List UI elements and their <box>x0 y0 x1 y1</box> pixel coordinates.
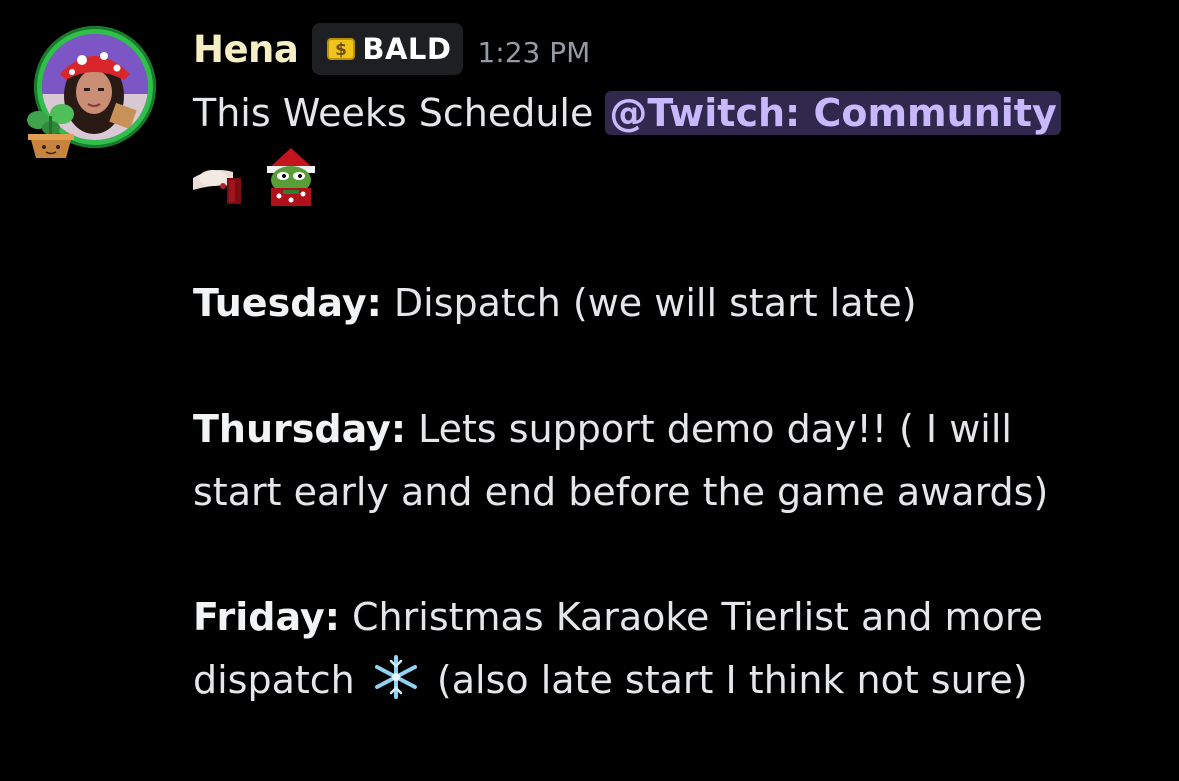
role-tag-label: BALD <box>362 32 452 66</box>
snowflake-emoji[interactable] <box>367 655 425 699</box>
svg-text:$: $ <box>335 40 347 60</box>
role-tag[interactable]: $ BALD <box>312 23 464 75</box>
friday-label: Friday: <box>193 595 340 639</box>
dollar-coin-icon: $ <box>326 34 356 64</box>
christmas-pepe-emoji[interactable] <box>261 146 321 206</box>
thursday-line-1: Thursday: Lets support demo day!! ( I wi… <box>193 398 1012 460</box>
message-intro-line: This Weeks Schedule @Twitch: Community <box>193 82 1061 144</box>
friday-line-1: Friday: Christmas Karaoke Tierlist and m… <box>193 586 1043 648</box>
thursday-line-2: start early and end before the game awar… <box>193 461 1048 523</box>
emoji-row <box>193 146 321 206</box>
intro-text: This Weeks Schedule <box>193 91 606 135</box>
role-mention[interactable]: @Twitch: Community <box>605 91 1061 135</box>
friday-text-1: Christmas Karaoke Tierlist and more <box>339 595 1043 639</box>
hand-holding-cup-emoji[interactable] <box>193 156 251 206</box>
thursday-label: Thursday: <box>193 407 407 451</box>
tuesday-line: Tuesday: Dispatch (we will start late) <box>193 272 917 334</box>
friday-text-2b: (also late start I think not sure) <box>424 658 1028 702</box>
username[interactable]: Hena <box>193 28 299 71</box>
timestamp[interactable]: 1:23 PM <box>477 36 590 69</box>
avatar[interactable] <box>24 26 160 162</box>
thursday-text-1: Lets support demo day!! ( I will <box>406 407 1012 451</box>
thursday-text-2: start early and end before the game awar… <box>193 470 1049 514</box>
tuesday-label: Tuesday: <box>193 281 382 325</box>
tuesday-text: Dispatch (we will start late) <box>381 281 917 325</box>
potted-plant-icon <box>24 102 78 160</box>
friday-text-2a: dispatch <box>193 658 367 702</box>
friday-line-2: dispatch (also late start I think not su… <box>193 649 1028 711</box>
message-header: Hena $ BALD 1:23 PM <box>193 22 590 76</box>
